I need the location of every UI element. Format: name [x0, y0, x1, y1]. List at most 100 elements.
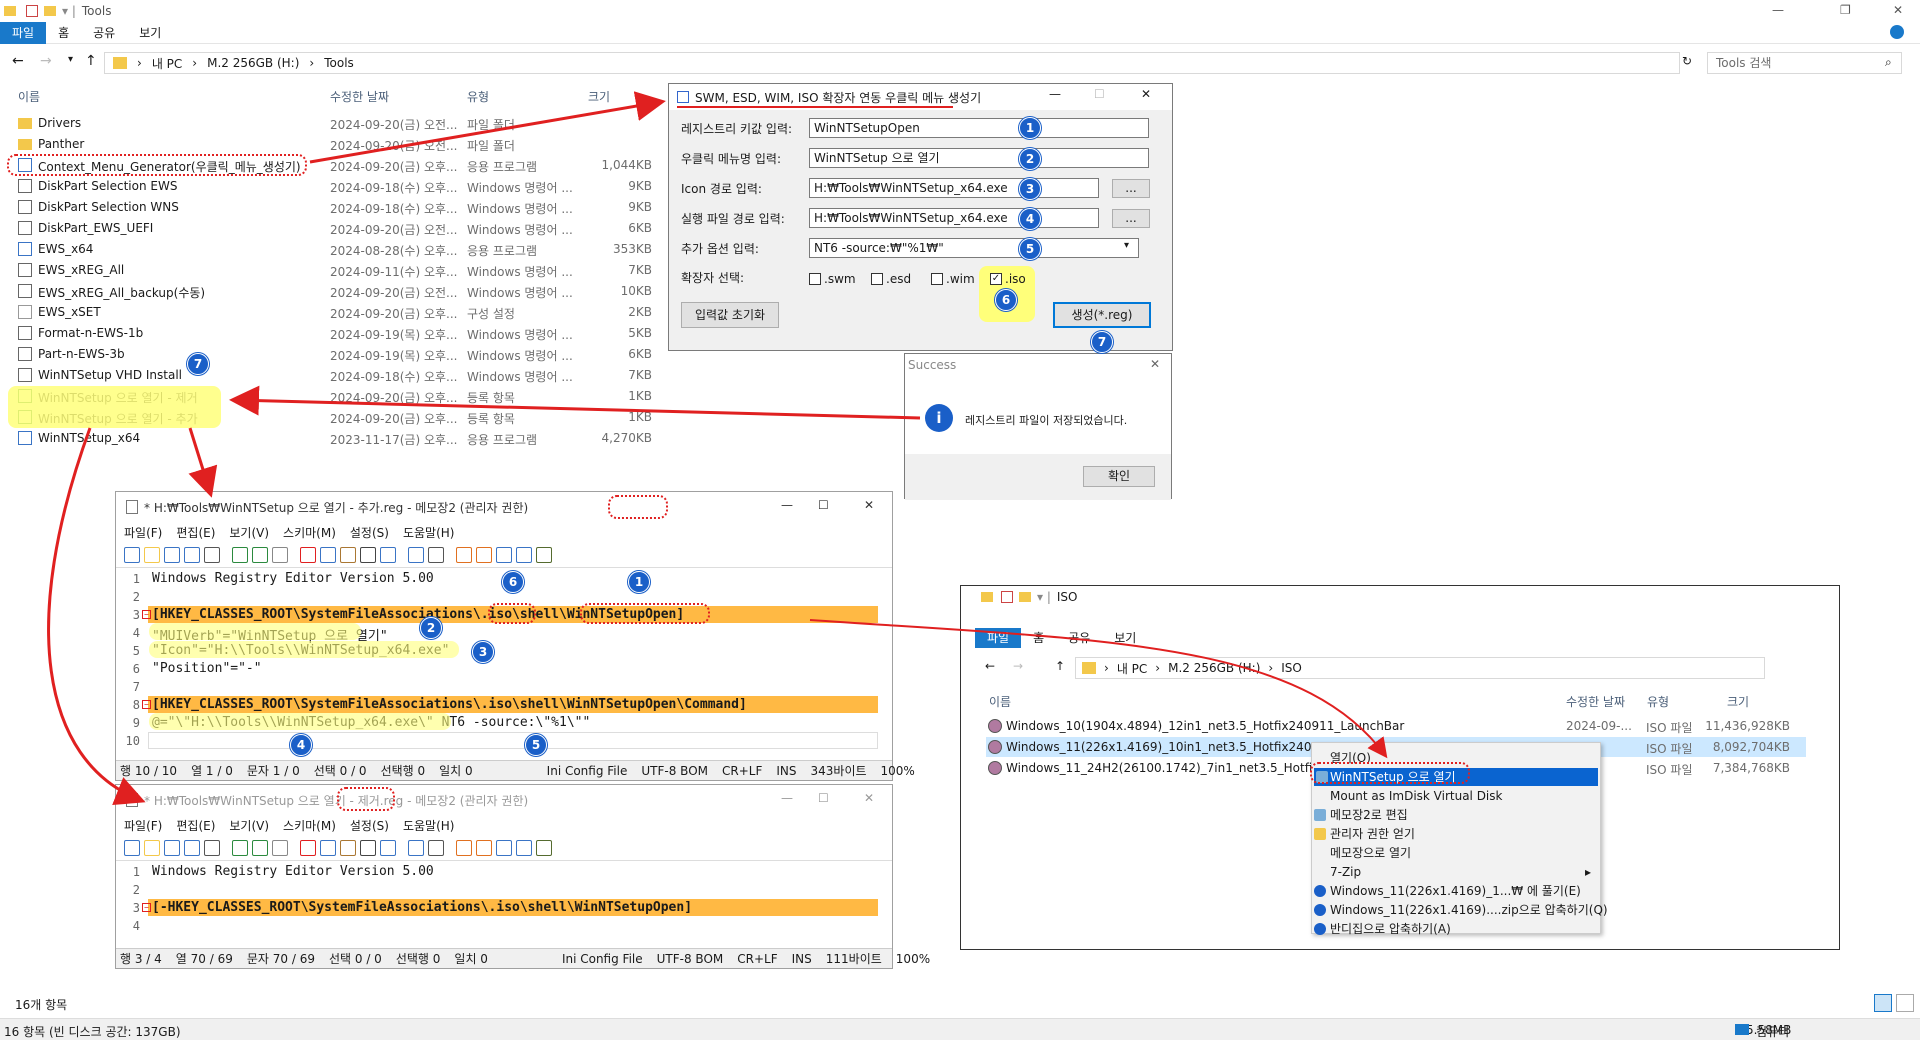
- save-icon[interactable]: [164, 546, 180, 563]
- properties-icon[interactable]: [26, 5, 38, 17]
- menu-schema[interactable]: 스키마(M): [283, 817, 336, 834]
- iso-file-row[interactable]: Windows_10(1904x.4894)_12in1_net3.5_Hotf…: [986, 716, 1806, 736]
- minimize-button[interactable]: —: [781, 791, 793, 805]
- reg-key-input[interactable]: WinNTSetupOpen: [809, 118, 1149, 138]
- save-icon[interactable]: [164, 839, 180, 856]
- notepad-editor[interactable]: 1 Windows Registry Editor Version 5.00 2 3−…: [116, 570, 892, 760]
- reset-button[interactable]: 입력값 초기화: [681, 302, 779, 328]
- col-name[interactable]: 이름: [18, 88, 40, 105]
- file-row[interactable]: Part-n-EWS-3b 2024-09-19(목) 오후... Windows …: [0, 344, 700, 365]
- recent-chevron-icon[interactable]: ▾: [68, 54, 73, 65]
- file-row[interactable]: Drivers 2024-09-20(금) 오전... 파일 폴더: [0, 113, 700, 134]
- context-menu-item[interactable]: Windows_11(226x1.4169)_1...₩ 에 풀기(E): [1314, 882, 1581, 900]
- cut-icon[interactable]: [272, 546, 288, 563]
- breadcrumb-item[interactable]: Tools: [324, 56, 354, 70]
- context-menu-item[interactable]: 메모장으로 열기: [1330, 844, 1411, 862]
- icon-browse-button[interactable]: ...: [1112, 179, 1150, 198]
- icon-path-input[interactable]: H:₩Tools₩WinNTSetup_x64.exe: [809, 178, 1099, 198]
- col-type[interactable]: 유형: [467, 88, 489, 105]
- paste-icon[interactable]: [340, 839, 356, 856]
- up-icon[interactable]: ↑: [1055, 659, 1065, 673]
- cut-icon[interactable]: [272, 839, 288, 856]
- menu-name-input[interactable]: WinNTSetup 으로 열기: [809, 148, 1149, 168]
- tab-view[interactable]: 보기: [127, 22, 173, 44]
- col-name[interactable]: 이름: [989, 693, 1011, 710]
- undo-icon[interactable]: [232, 839, 248, 856]
- new-folder-icon[interactable]: [1019, 592, 1031, 602]
- context-menu-item[interactable]: Mount as ImDisk Virtual Disk: [1330, 787, 1502, 805]
- zoom-out-icon[interactable]: [476, 839, 492, 856]
- menu-schema[interactable]: 스키마(M): [283, 524, 336, 541]
- new-file-icon[interactable]: [124, 839, 140, 856]
- copy-icon[interactable]: [320, 839, 336, 856]
- undo-icon[interactable]: [232, 546, 248, 563]
- menu-settings[interactable]: 설정(S): [350, 524, 389, 541]
- copy-icon[interactable]: [320, 546, 336, 563]
- tab-home[interactable]: 홈: [46, 22, 81, 44]
- context-menu-item[interactable]: Windows_11(226x1.4169)....zip으로 압축하기(Q): [1314, 901, 1608, 919]
- close-button[interactable]: ✕: [864, 791, 874, 805]
- close-button[interactable]: ✕: [1150, 357, 1160, 371]
- exit-icon[interactable]: [536, 839, 552, 856]
- exe-browse-button[interactable]: ...: [1112, 209, 1150, 228]
- fold-icon[interactable]: −: [142, 610, 151, 619]
- maximize-button[interactable]: ☐: [818, 791, 829, 805]
- help-icon[interactable]: [1890, 25, 1904, 39]
- file-row[interactable]: EWS_x64 2024-08-28(수) 오후... 응용 프로그램 353KB: [0, 239, 700, 260]
- menu-edit[interactable]: 편집(E): [176, 817, 215, 834]
- file-row[interactable]: WinNTSetup_x64 2023-11-17(금) 오후... 응용 프로그램…: [0, 428, 700, 449]
- print-icon[interactable]: [204, 839, 220, 856]
- close-button[interactable]: ✕: [1893, 3, 1903, 17]
- context-menu-item[interactable]: 메모장2로 편집: [1314, 806, 1408, 824]
- tab-file[interactable]: 파일: [975, 628, 1022, 648]
- up-icon[interactable]: ↑: [85, 53, 97, 69]
- create-reg-button[interactable]: 생성(*.reg): [1053, 302, 1151, 328]
- breadcrumb[interactable]: › 내 PC › M.2 256GB (H:) › Tools: [104, 52, 1680, 74]
- list-icon[interactable]: [428, 546, 444, 563]
- back-icon[interactable]: ←: [12, 53, 24, 69]
- minimize-button[interactable]: —: [1772, 3, 1784, 17]
- delete-icon[interactable]: [300, 839, 316, 856]
- close-button[interactable]: ✕: [864, 498, 874, 512]
- zoom-in-icon[interactable]: [456, 839, 472, 856]
- tab-share[interactable]: 공유: [81, 22, 127, 44]
- maximize-button[interactable]: ❐: [1840, 3, 1851, 17]
- context-menu-item[interactable]: 7-Zip ▸: [1330, 863, 1591, 881]
- breadcrumb-item[interactable]: M.2 256GB (H:): [1168, 661, 1260, 675]
- checkbox-esd[interactable]: .esd: [871, 272, 911, 286]
- col-size[interactable]: 크기: [588, 88, 610, 105]
- breadcrumb-item[interactable]: 내 PC: [1117, 660, 1147, 677]
- print-icon[interactable]: [204, 546, 220, 563]
- forward-icon[interactable]: →: [1013, 659, 1023, 673]
- new-file-icon[interactable]: [124, 546, 140, 563]
- checkbox-swm[interactable]: .swm: [809, 272, 856, 286]
- exe-path-input[interactable]: H:₩Tools₩WinNTSetup_x64.exe: [809, 208, 1099, 228]
- search-input[interactable]: Tools 검색: [1707, 52, 1902, 74]
- file-row[interactable]: DiskPart Selection EWS 2024-09-18(수) 오후..…: [0, 176, 700, 197]
- save-as-icon[interactable]: [184, 839, 200, 856]
- paste-icon[interactable]: [340, 546, 356, 563]
- maximize-button[interactable]: ☐: [1094, 87, 1105, 101]
- schema-icon[interactable]: [516, 546, 532, 563]
- col-date[interactable]: 수정한 날짜: [330, 88, 389, 105]
- open-icon[interactable]: [144, 546, 160, 563]
- close-button[interactable]: ✕: [1141, 87, 1151, 101]
- file-row[interactable]: WinNTSetup VHD Install 2024-09-18(수) 오후..…: [0, 365, 700, 386]
- zoom-in-icon[interactable]: [456, 546, 472, 563]
- settings-icon[interactable]: [496, 546, 512, 563]
- file-row[interactable]: EWS_xSET 2024-09-20(금) 오후... 구성 설정 2KB: [0, 302, 700, 323]
- new-folder-icon[interactable]: [44, 6, 56, 16]
- replace-icon[interactable]: [380, 546, 396, 563]
- col-size[interactable]: 크기: [1727, 693, 1749, 710]
- find-icon[interactable]: [360, 546, 376, 563]
- menu-help[interactable]: 도움말(H): [403, 524, 455, 541]
- redo-icon[interactable]: [252, 839, 268, 856]
- breadcrumb-item[interactable]: M.2 256GB (H:): [207, 56, 299, 70]
- file-row[interactable]: DiskPart_EWS_UEFI 2024-09-20(금) 오전... Wind…: [0, 218, 700, 239]
- menu-settings[interactable]: 설정(S): [350, 817, 389, 834]
- checkbox-iso[interactable]: ✓ .iso: [990, 272, 1026, 286]
- breadcrumb-item[interactable]: 내 PC: [152, 55, 182, 72]
- extra-options-select[interactable]: NT6 -source:₩"%1₩": [809, 238, 1139, 258]
- fold-icon[interactable]: −: [142, 700, 151, 709]
- wrap-icon[interactable]: [408, 839, 424, 856]
